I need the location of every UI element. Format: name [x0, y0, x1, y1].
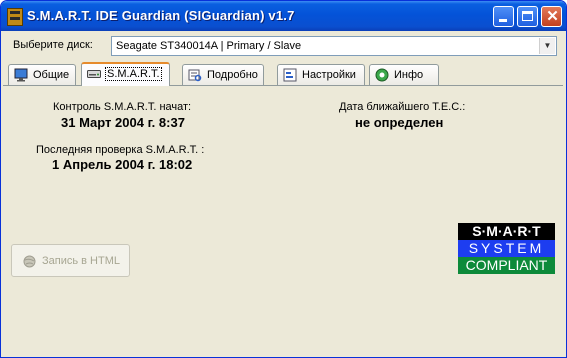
hard-drive-icon	[87, 70, 101, 78]
smart-tab-panel: Контроль S.M.A.R.T. начат: 31 Март 2004 …	[4, 86, 562, 354]
disk-select-label: Выберите диск:	[13, 39, 93, 51]
smart-started-label: Контроль S.M.A.R.T. начат:	[53, 101, 192, 113]
export-html-label: Запись в HTML	[42, 255, 120, 267]
minimize-button[interactable]	[493, 6, 514, 27]
app-window: S.M.A.R.T. IDE Guardian (SIGuardian) v1.…	[0, 0, 567, 358]
logo-line-system: SYSTEM	[458, 240, 555, 257]
close-button[interactable]: ✕	[541, 6, 562, 27]
tab-info[interactable]: Инфо	[369, 64, 439, 85]
monitor-icon	[14, 68, 28, 82]
info-icon	[375, 68, 389, 82]
app-icon	[7, 8, 23, 26]
chevron-down-icon[interactable]: ▼	[539, 38, 555, 54]
tec-date-value: не определен	[355, 115, 444, 130]
tec-date-label: Дата ближайшего T.E.C.:	[339, 101, 466, 113]
tab-smart[interactable]: S.M.A.R.T.	[81, 62, 170, 86]
tab-smart-label: S.M.A.R.T.	[105, 67, 162, 81]
tab-general-label: Общие	[33, 69, 70, 81]
smart-started-value: 31 Март 2004 г. 8:37	[61, 115, 185, 130]
settings-icon	[283, 68, 297, 82]
last-check-label: Последняя проверка S.M.A.R.T. :	[36, 144, 205, 156]
details-icon	[188, 69, 202, 82]
tab-details-label: Подробно	[207, 69, 258, 81]
tab-general[interactable]: Общие	[8, 64, 76, 85]
maximize-button[interactable]	[517, 6, 538, 27]
title-bar[interactable]: S.M.A.R.T. IDE Guardian (SIGuardian) v1.…	[1, 1, 566, 31]
smart-compliant-logo: S·M·A·R·T SYSTEM COMPLIANT	[458, 223, 555, 275]
logo-line-smart: S·M·A·R·T	[458, 223, 555, 240]
globe-icon	[23, 255, 36, 268]
disk-select[interactable]: Seagate ST340014A | Primary / Slave ▼	[111, 36, 557, 56]
tab-settings-label: Настройки	[302, 69, 356, 81]
export-html-button[interactable]: Запись в HTML	[11, 244, 130, 277]
tab-settings[interactable]: Настройки	[277, 64, 365, 85]
tab-details[interactable]: Подробно	[182, 64, 264, 85]
disk-select-value: Seagate ST340014A | Primary / Slave	[116, 40, 302, 52]
tab-info-label: Инфо	[394, 69, 424, 81]
last-check-value: 1 Апрель 2004 г. 18:02	[52, 157, 193, 172]
close-icon: ✕	[546, 8, 559, 25]
minimize-icon	[499, 19, 507, 22]
maximize-icon	[522, 11, 533, 21]
window-title: S.M.A.R.T. IDE Guardian (SIGuardian) v1.…	[27, 8, 295, 23]
logo-line-compliant: COMPLIANT	[458, 257, 555, 274]
